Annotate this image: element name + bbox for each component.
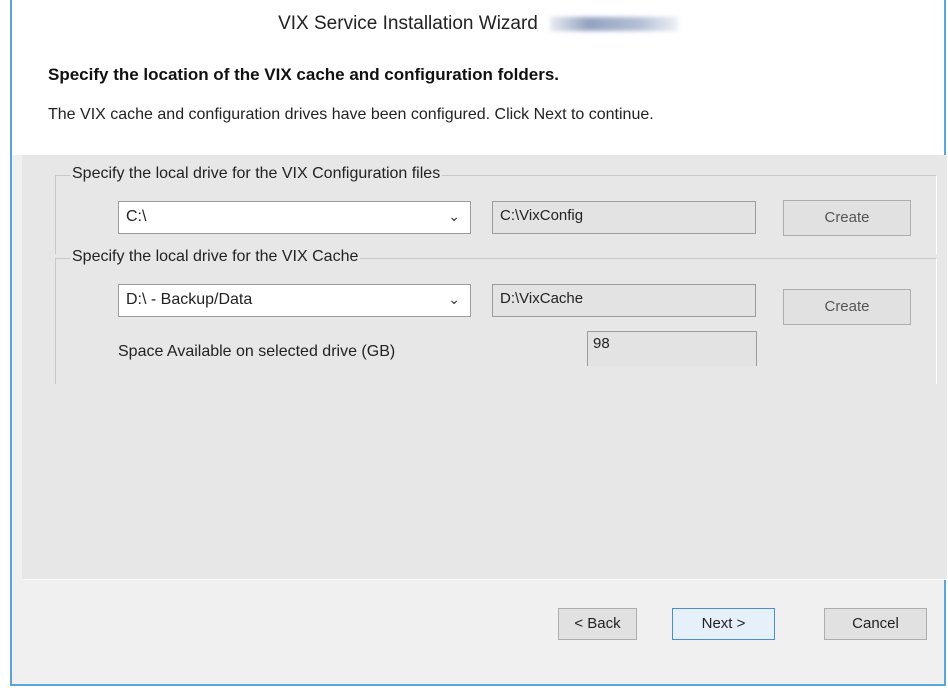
create-config-button[interactable]: Create (783, 200, 911, 236)
back-button[interactable]: < Back (558, 608, 637, 640)
window-title-text: VIX Service Installation Wizard (278, 13, 538, 34)
config-drive-select[interactable]: C:\ ⌄ (118, 201, 471, 234)
config-path-field[interactable]: C:\VixConfig (492, 201, 756, 234)
config-path-value: C:\VixConfig (500, 207, 584, 224)
cache-path-field[interactable]: D:\VixCache (492, 284, 756, 317)
wizard-content: Specify the local drive for the VIX Conf… (22, 155, 947, 580)
next-button[interactable]: Next > (672, 608, 775, 640)
chevron-down-icon: ⌄ (448, 208, 460, 224)
redacted-title-suffix (549, 17, 678, 31)
window-title: VIX Service Installation Wizard (278, 13, 678, 35)
space-available-label: Space Available on selected drive (GB) (118, 343, 396, 360)
page-heading: Specify the location of the VIX cache an… (48, 65, 560, 84)
title-bar[interactable]: VIX Service Installation Wizard (12, 0, 944, 45)
config-drive-value: C:\ (126, 208, 147, 225)
space-available-value: 98 (593, 335, 610, 352)
cache-drive-value: D:\ - Backup/Data (126, 291, 253, 308)
space-available-field: 98 (587, 331, 757, 366)
wizard-header: Specify the location of the VIX cache an… (12, 45, 944, 155)
config-group-label: Specify the local drive for the VIX Conf… (70, 165, 443, 183)
page-subtext: The VIX cache and configuration drives h… (48, 106, 654, 123)
wizard-window: VIX Service Installation Wizard Specify … (10, 0, 947, 686)
create-cache-button[interactable]: Create (783, 289, 911, 325)
cache-drive-select[interactable]: D:\ - Backup/Data ⌄ (118, 284, 471, 317)
cancel-button[interactable]: Cancel (824, 608, 927, 640)
cache-path-value: D:\VixCache (500, 290, 584, 307)
cache-group-label: Specify the local drive for the VIX Cach… (70, 248, 361, 266)
chevron-down-icon: ⌄ (448, 291, 460, 307)
